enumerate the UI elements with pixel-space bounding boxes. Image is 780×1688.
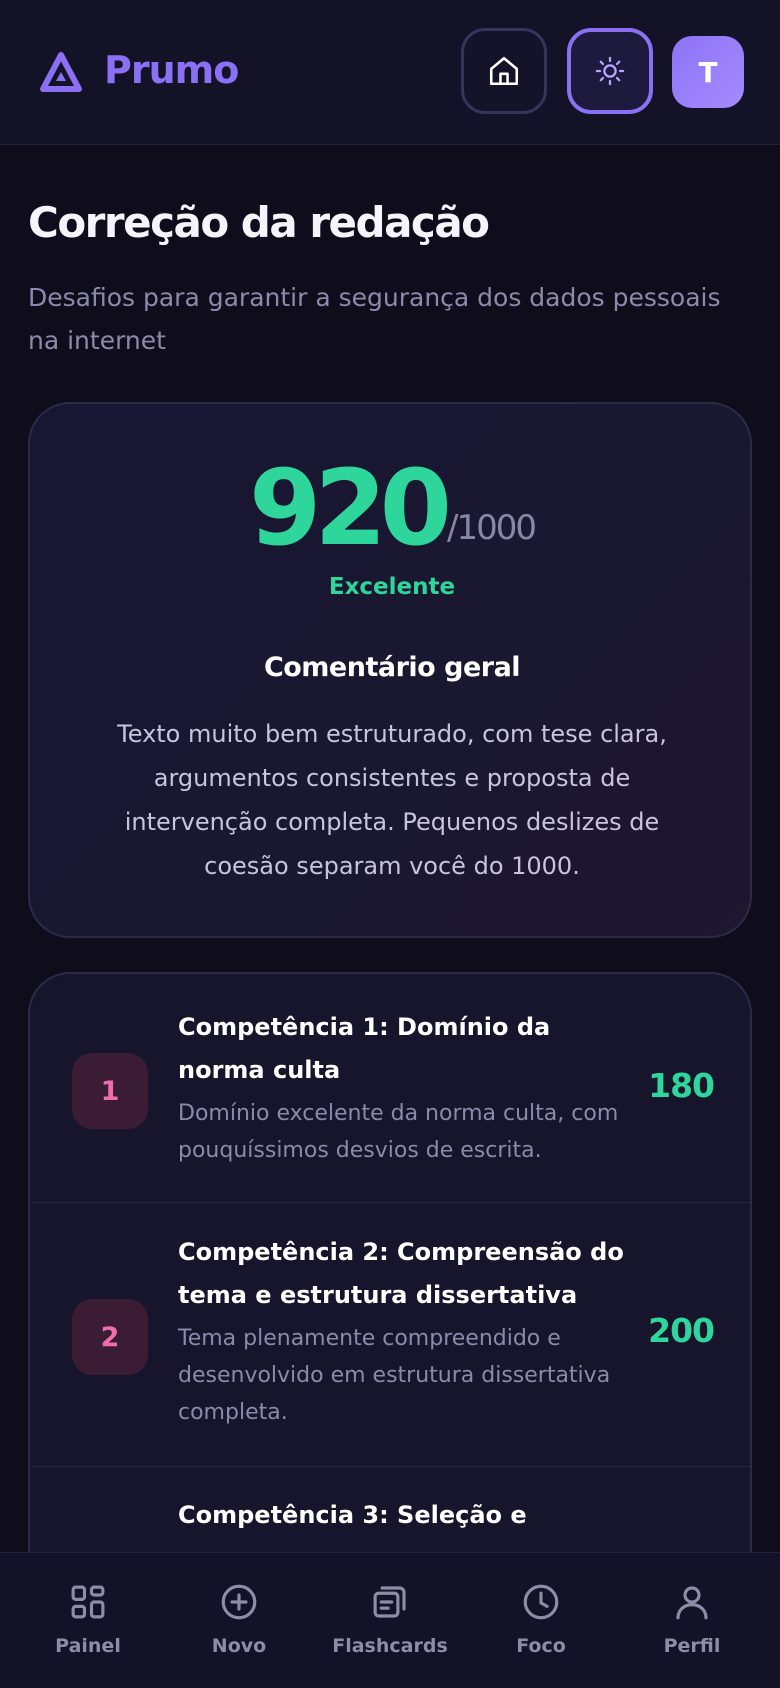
score-card: 920 /1000 Excelente Comentário geral Tex…: [28, 402, 752, 938]
comment-text: Texto muito bem estruturado, com tese cl…: [117, 720, 667, 880]
page-title: Correção da redação: [28, 198, 490, 247]
clock-icon: [523, 1584, 559, 1620]
competency-title: Competência 2: Compreensão do tema e est…: [178, 1238, 624, 1309]
app-name: Prumo: [104, 48, 239, 92]
grid-icon: [71, 1585, 105, 1619]
score-label: Excelente: [328, 574, 456, 600]
nav-label: Flashcards: [332, 1635, 448, 1657]
nav-item-perfil[interactable]: Perfil: [622, 1581, 762, 1671]
page-subtitle: Desafios para garantir a segurança dos d…: [28, 283, 721, 355]
competency-score: 180: [648, 1066, 715, 1105]
flashcards-icon: [373, 1586, 406, 1618]
score-value: 920: [248, 447, 452, 569]
competency-row[interactable]: 1 Competência 1: Domínio da norma culta …: [30, 974, 750, 1203]
nav-label: Novo: [211, 1635, 267, 1657]
theme-toggle-button[interactable]: [567, 28, 653, 114]
competency-description: Tema plenamente compreendido e desenvolv…: [178, 1326, 611, 1425]
nav-label: Painel: [55, 1635, 121, 1657]
score-max: /1000: [447, 508, 537, 548]
nav-item-foco[interactable]: Foco: [471, 1581, 611, 1671]
comment-title: Comentário geral: [263, 652, 521, 683]
nav-label: Perfil: [663, 1635, 721, 1657]
nav-item-novo[interactable]: Novo: [169, 1581, 309, 1671]
user-avatar[interactable]: T: [672, 36, 744, 108]
sun-icon: [595, 56, 625, 86]
score-display: 920 /1000: [30, 456, 754, 560]
plus-circle-icon: [221, 1584, 257, 1620]
competency-number-badge: 2: [72, 1299, 148, 1375]
home-icon: [489, 56, 519, 86]
bottom-nav: Painel Novo Flashcards Foco Perfil: [0, 1552, 780, 1688]
competency-row[interactable]: 2 Competência 2: Compreensão do tema e e…: [30, 1203, 750, 1467]
triangle-logo-icon: [40, 52, 82, 92]
competency-number-badge: 1: [72, 1053, 148, 1129]
competency-description: Domínio excelente da norma culta, com po…: [178, 1101, 619, 1163]
competency-title: Competência 3: Seleção e: [178, 1501, 527, 1529]
competency-score: 200: [648, 1311, 715, 1350]
nav-item-flashcards[interactable]: Flashcards: [320, 1581, 460, 1671]
home-button[interactable]: [461, 28, 547, 114]
competency-title: Competência 1: Domínio da norma culta: [178, 1013, 551, 1084]
top-header: Prumo T: [0, 0, 780, 145]
user-icon: [676, 1586, 708, 1620]
nav-label: Foco: [516, 1635, 566, 1657]
nav-item-painel[interactable]: Painel: [18, 1581, 158, 1671]
